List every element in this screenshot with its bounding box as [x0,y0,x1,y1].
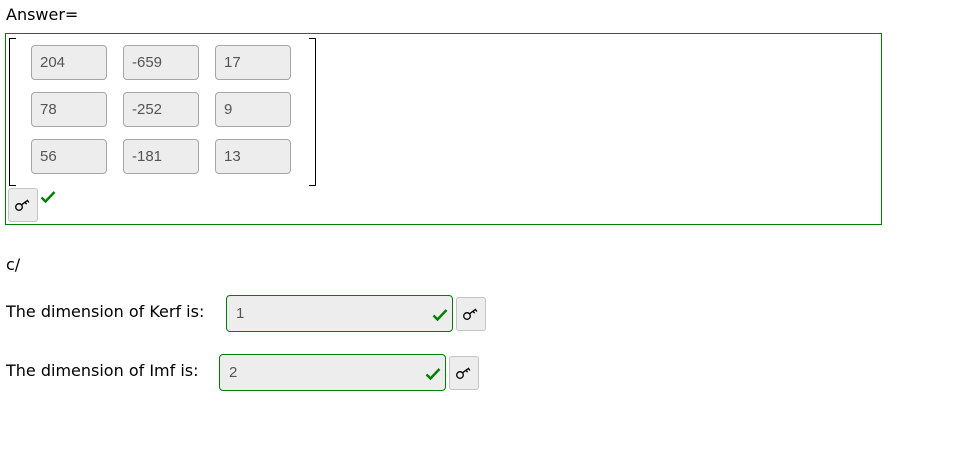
key-icon [456,367,471,379]
imf-checkmark-icon [425,368,441,381]
matrix-right-bracket [309,38,316,186]
matrix-cell-r3c3[interactable]: 13 [215,139,291,174]
matrix-cell-r1c2[interactable]: -659 [123,45,199,80]
matrix-cell-r2c3[interactable]: 9 [215,92,291,127]
imf-value: 2 [229,364,238,381]
matrix-cell-r2c2[interactable]: -252 [123,92,199,127]
matrix-cell-r3c2[interactable]: -181 [123,139,199,174]
imf-key-button[interactable] [449,356,479,390]
kerf-key-button[interactable] [456,297,486,331]
page: Answer= 204 -659 17 78 -252 9 56 -181 13… [0,0,972,458]
answer-box: 204 -659 17 78 -252 9 56 -181 13 [5,33,882,225]
kerf-label: The dimension of Kerf is: [6,302,205,321]
imf-label: The dimension of Imf is: [6,361,199,380]
matrix-cell-r3c1[interactable]: 56 [31,139,107,174]
matrix-cell-r2c1[interactable]: 78 [31,92,107,127]
key-icon [463,308,478,320]
key-icon [15,199,30,211]
answer-checkmark-icon [40,191,56,204]
kerf-checkmark-icon [432,309,448,322]
matrix-cell-r1c3[interactable]: 17 [215,45,291,80]
imf-field[interactable]: 2 [219,354,446,391]
answer-key-button[interactable] [8,188,38,222]
section-c-label: c/ [6,255,21,274]
kerf-value: 1 [236,305,245,322]
matrix-cell-r1c1[interactable]: 204 [31,45,107,80]
matrix-left-bracket [9,38,16,186]
answer-label: Answer= [6,5,79,24]
kerf-field[interactable]: 1 [226,295,453,332]
